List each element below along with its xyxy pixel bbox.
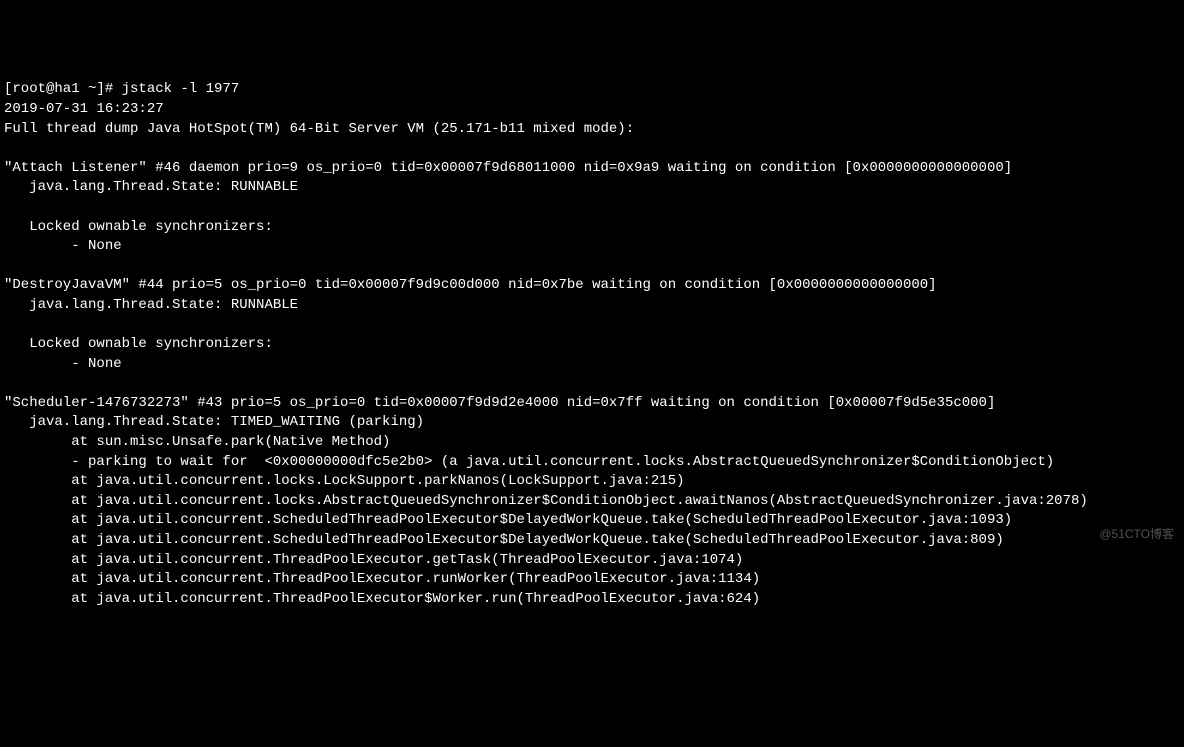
terminal-output: [root@ha1 ~]# jstack -l 1977 2019-07-31 … [4,80,1180,609]
terminal-line: java.lang.Thread.State: RUNNABLE [4,297,298,313]
terminal-line: Locked ownable synchronizers: [4,336,273,352]
terminal-line: 2019-07-31 16:23:27 [4,101,164,117]
terminal-line: java.lang.Thread.State: TIMED_WAITING (p… [4,414,424,430]
terminal-line: at java.util.concurrent.locks.AbstractQu… [4,493,1088,509]
watermark-text: @51CTO博客 [1099,526,1174,543]
terminal-line: at java.util.concurrent.locks.LockSuppor… [4,473,685,489]
terminal-line: - parking to wait for <0x00000000dfc5e2b… [4,454,1054,470]
terminal-line: at sun.misc.Unsafe.park(Native Method) [4,434,390,450]
terminal-line: Full thread dump Java HotSpot(TM) 64-Bit… [4,121,634,137]
terminal-line: at java.util.concurrent.ThreadPoolExecut… [4,552,743,568]
terminal-line: at java.util.concurrent.ThreadPoolExecut… [4,591,760,607]
terminal-line: "Scheduler-1476732273" #43 prio=5 os_pri… [4,395,995,411]
terminal-line: - None [4,356,122,372]
terminal-line: at java.util.concurrent.ScheduledThreadP… [4,532,1004,548]
terminal-line: - None [4,238,122,254]
terminal-line: java.lang.Thread.State: RUNNABLE [4,179,298,195]
terminal-line: at java.util.concurrent.ScheduledThreadP… [4,512,1012,528]
terminal-line: Locked ownable synchronizers: [4,219,273,235]
terminal-line: [root@ha1 ~]# jstack -l 1977 [4,81,239,97]
terminal-line: "DestroyJavaVM" #44 prio=5 os_prio=0 tid… [4,277,937,293]
terminal-line: at java.util.concurrent.ThreadPoolExecut… [4,571,760,587]
terminal-line: "Attach Listener" #46 daemon prio=9 os_p… [4,160,1012,176]
